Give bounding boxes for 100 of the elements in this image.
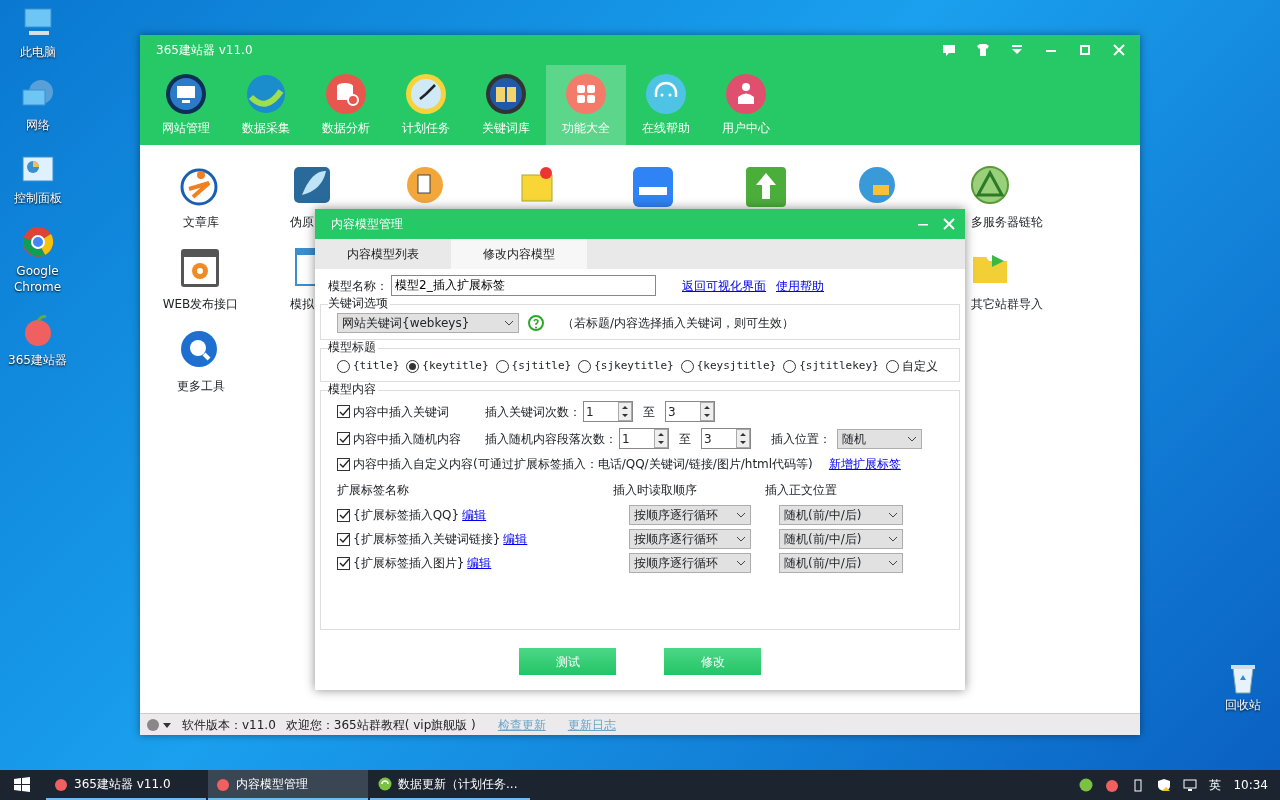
field-label: 至	[679, 430, 691, 448]
position-select[interactable]: 随机(前/中/后)	[779, 529, 903, 549]
dialog-tab[interactable]: 内容模型列表	[315, 239, 451, 269]
group-legend: 关键词选项	[328, 296, 390, 310]
feature-label[interactable]: 多服务器链轮	[971, 213, 1043, 231]
language-indicator[interactable]: 英	[1209, 776, 1222, 794]
select-value: 随机(前/中/后)	[784, 507, 862, 524]
desktop-icon-label[interactable]: 此电脑	[19, 44, 56, 60]
radio-button[interactable]	[680, 359, 694, 373]
keyword-select[interactable]: 网站关键词{webkeys}	[337, 313, 519, 333]
feature-label[interactable]: 更多工具	[176, 377, 225, 395]
radio-button[interactable]	[495, 359, 509, 373]
checkbox[interactable]	[337, 508, 350, 522]
checkbox[interactable]	[337, 432, 350, 445]
group-legend: 模型内容	[328, 382, 378, 396]
radio-button[interactable]	[885, 359, 899, 373]
select-value: 按顺序逐行循环	[634, 507, 718, 524]
feature-label[interactable]: 其它站群导入	[971, 295, 1043, 313]
desktop-icon-label[interactable]: Google Chrome	[0, 263, 75, 295]
feature-label[interactable]: 文章库	[182, 213, 219, 231]
select-value: 网站关键词{webkeys}	[342, 315, 470, 332]
radio-label[interactable]: {sjtitlekey}	[799, 357, 879, 375]
help-link[interactable]: 使用帮助	[776, 276, 824, 295]
stepper-icon	[700, 402, 714, 421]
order-select[interactable]: 按顺序逐行循环	[629, 553, 751, 573]
checkbox-label[interactable]: 内容中插入关键词	[353, 402, 449, 421]
radio-label[interactable]: 自定义	[901, 357, 938, 375]
checkbox-label[interactable]: {扩展标签插入关键词链接}	[353, 530, 501, 548]
number-field[interactable]: 3	[665, 401, 715, 422]
radio-label[interactable]: {keytitle}	[422, 357, 489, 375]
checkbox[interactable]	[337, 405, 350, 418]
checkbox[interactable]	[337, 556, 350, 570]
position-select[interactable]: 随机(前/中/后)	[779, 553, 903, 573]
headset-icon	[645, 73, 687, 115]
number-field[interactable]: 3	[701, 428, 751, 449]
edit-link[interactable]: 编辑	[467, 554, 492, 572]
desktop-icon-label[interactable]: 365建站器	[8, 352, 67, 368]
checkbox-label[interactable]: 内容中插入自定义内容(可通过扩展标签插入：电话/QQ/关键词/链接/图片/html代码等)	[353, 455, 813, 473]
help-link[interactable]: 返回可视化界面	[682, 276, 766, 295]
network-icon[interactable]	[1183, 778, 1198, 792]
checkbox[interactable]	[337, 457, 350, 471]
column-header: 插入正文位置	[765, 482, 838, 499]
checkbox-label[interactable]: {扩展标签插入QQ}	[353, 506, 460, 524]
taskbar-item[interactable]: 数据更新（计划任务...	[370, 770, 530, 800]
dropdown-caret-icon	[888, 536, 898, 542]
help-icon[interactable]	[528, 315, 544, 331]
select-value: 随机(前/中/后)	[784, 531, 862, 548]
position-select[interactable]: 随机	[837, 428, 922, 449]
radio-button[interactable]	[783, 359, 797, 373]
radio-button[interactable]	[406, 359, 420, 373]
desktop-icon-label[interactable]: 网络	[25, 117, 50, 133]
radio-label[interactable]: {sjkeytitle}	[594, 357, 674, 375]
desktop-icon-label[interactable]: 控制面板	[13, 190, 62, 206]
checkbox-label[interactable]: {扩展标签插入图片}	[353, 554, 465, 572]
radio-label[interactable]: {keysjtitle}	[696, 357, 777, 375]
column-header: 插入时读取顺序	[613, 482, 698, 499]
number-field[interactable]: 1	[619, 428, 669, 449]
clock-icon	[405, 73, 447, 115]
checkbox[interactable]	[337, 532, 350, 546]
feature-label[interactable]: 伪原	[290, 213, 314, 231]
search-platform-icon[interactable]	[630, 165, 675, 209]
order-select[interactable]: 按顺序逐行循环	[629, 505, 751, 525]
shield-icon[interactable]	[1157, 778, 1172, 792]
globe-icon	[245, 73, 287, 115]
feature-label[interactable]: WEB发布接口	[162, 295, 239, 313]
order-select[interactable]: 按顺序逐行循环	[629, 529, 751, 549]
window-title: 365建站器 v11.0	[156, 42, 253, 59]
radio-button[interactable]	[578, 359, 592, 373]
group-legend: 模型标题	[328, 340, 378, 354]
select-value: 随机	[842, 430, 866, 448]
edit-link[interactable]: 编辑	[503, 530, 528, 548]
version-text: 软件版本：v11.0	[182, 716, 276, 734]
position-select[interactable]: 随机(前/中/后)	[779, 505, 903, 525]
dialog-tab[interactable]: 修改内容模型	[451, 239, 587, 269]
select-value: 随机(前/中/后)	[784, 555, 862, 572]
radio-button[interactable]	[337, 359, 350, 373]
taskbar-item[interactable]: 内容模型管理	[208, 770, 368, 800]
dropdown-caret-icon	[736, 536, 746, 542]
column-header: 扩展标签名称	[337, 482, 410, 499]
model-name-field[interactable]: 模型2_插入扩展标签	[391, 275, 656, 296]
dropdown-caret-icon	[504, 320, 514, 326]
radio-label[interactable]: {sjtitle}	[511, 357, 572, 375]
user-icon	[725, 73, 767, 115]
field-label: 插入关键词次数：	[485, 403, 581, 421]
number-field[interactable]: 1	[583, 401, 633, 422]
radio-label[interactable]: {title}	[353, 357, 400, 375]
clock-time[interactable]: 10:34	[1233, 776, 1268, 794]
select-value: 按顺序逐行循环	[634, 531, 718, 548]
stepper-icon	[736, 429, 750, 448]
stepper-icon	[654, 429, 668, 448]
hint-text: （若标题/内容选择插入关键词，则可生效）	[562, 315, 795, 332]
edit-link[interactable]: 编辑	[462, 506, 487, 524]
feature-label[interactable]: 模拟	[290, 295, 314, 313]
checkbox-label[interactable]: 内容中插入随机内容	[353, 429, 461, 448]
add-tag-link[interactable]: 新增扩展标签	[828, 455, 901, 473]
select-value: 按顺序逐行循环	[634, 555, 718, 572]
desktop-icon-label[interactable]: 回收站	[1224, 697, 1261, 713]
field-label: 至	[643, 403, 655, 421]
tool-dropdown-icon[interactable]	[146, 717, 172, 732]
taskbar-item[interactable]: 365建站器 v11.0	[46, 770, 206, 800]
